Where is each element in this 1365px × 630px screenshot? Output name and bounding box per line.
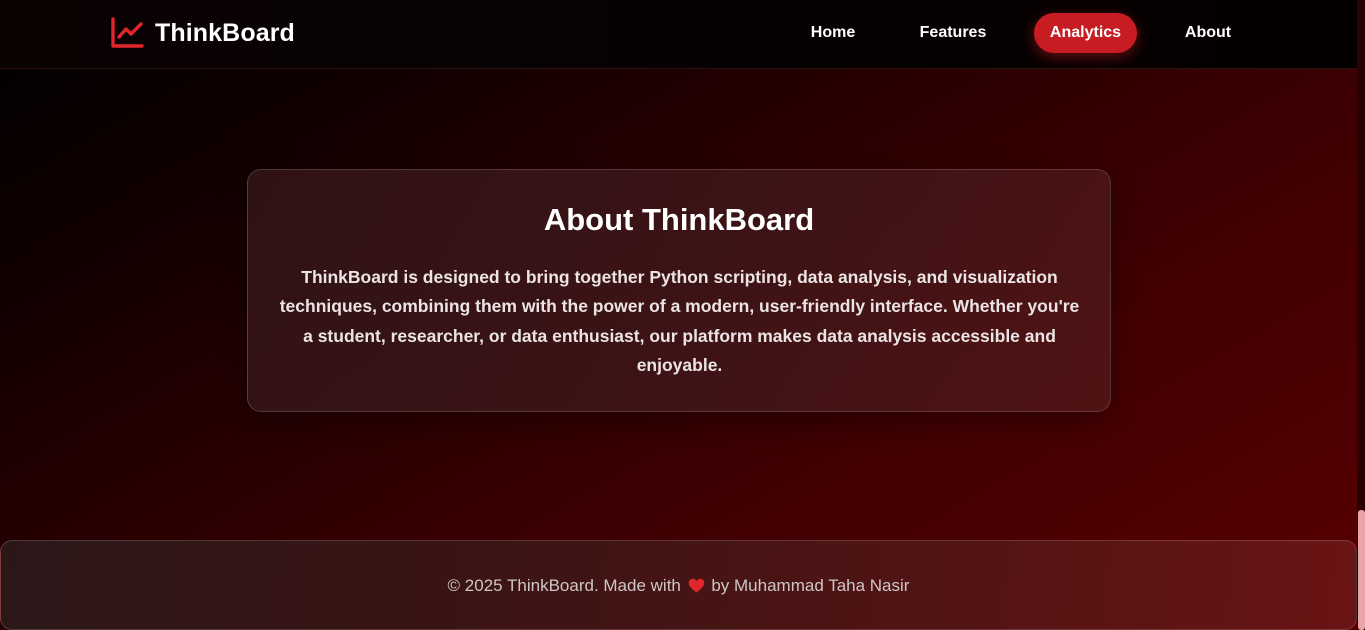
about-card: About ThinkBoard ThinkBoard is designed … (247, 169, 1111, 412)
footer-credit: © 2025 ThinkBoard. Made with by Muhammad… (1, 576, 1356, 596)
heart-icon (688, 578, 704, 593)
about-description: ThinkBoard is designed to bring together… (279, 267, 1080, 375)
main-nav: Home Features Analytics About (0, 13, 1357, 53)
footer-copyright: © 2025 ThinkBoard. Made with (447, 576, 681, 595)
top-navbar: ThinkBoard Home Features Analytics About (0, 0, 1357, 69)
nav-link-features[interactable]: Features (903, 13, 1003, 53)
nav-link-home[interactable]: Home (792, 13, 874, 53)
page-footer: © 2025 ThinkBoard. Made with by Muhammad… (0, 540, 1357, 630)
about-title: About ThinkBoard (543, 202, 815, 237)
page-scrollbar[interactable] (1357, 0, 1365, 630)
scrollbar-thumb[interactable] (1358, 510, 1365, 630)
footer-author: by Muhammad Taha Nasir (711, 576, 910, 595)
nav-link-about[interactable]: About (1167, 13, 1249, 53)
nav-link-analytics[interactable]: Analytics (1034, 13, 1137, 53)
